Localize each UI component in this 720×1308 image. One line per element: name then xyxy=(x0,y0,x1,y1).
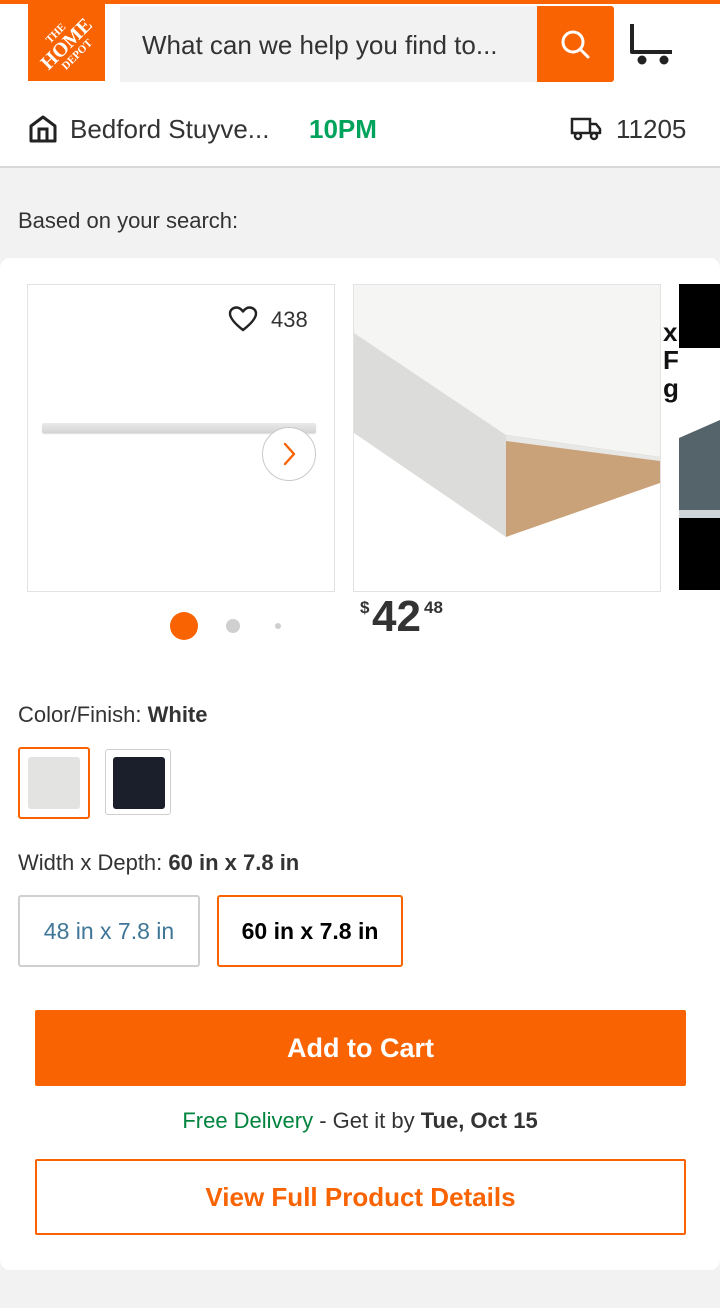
recommendations-heading: Based on your search: xyxy=(18,208,239,233)
board-image xyxy=(354,285,660,537)
free-delivery-text: Free Delivery xyxy=(182,1108,314,1133)
product-tile-partial[interactable] xyxy=(679,284,720,590)
swatch-white-chip xyxy=(28,757,80,809)
home-depot-logo[interactable]: THE HOME DEPOT xyxy=(28,4,105,81)
carousel-dot-active[interactable] xyxy=(170,612,198,640)
search-input[interactable]: What can we help you find to... xyxy=(120,6,537,82)
delivery-info: Free Delivery - Get it by Tue, Oct 15 xyxy=(182,1108,538,1133)
carousel-dot[interactable] xyxy=(226,619,240,633)
swatch-black[interactable] xyxy=(105,749,171,815)
like-count: 438 xyxy=(271,307,308,332)
product-tile-board[interactable] xyxy=(353,284,661,592)
size-label: Width x Depth: 60 in x 7.8 in xyxy=(18,850,300,875)
header: THE HOME DEPOT What can we help you find… xyxy=(0,4,720,168)
size-option-60[interactable]: 60 in x 7.8 in xyxy=(217,895,403,967)
cart-icon xyxy=(630,24,672,65)
heart-icon[interactable] xyxy=(228,305,258,333)
chevron-right-icon xyxy=(283,442,296,466)
search-placeholder: What can we help you find to... xyxy=(142,30,498,60)
partial-tile-text: x F g xyxy=(663,317,679,403)
price-currency: $ xyxy=(360,598,370,617)
price-cents: 48 xyxy=(424,598,443,617)
swatch-white[interactable] xyxy=(18,747,90,819)
product-tile-shelf[interactable]: 438 xyxy=(27,284,335,592)
carousel-dot[interactable] xyxy=(275,623,281,629)
store-delivery-row: Bedford Stuyve... 10PM 11205 xyxy=(28,110,698,150)
delivery-date: Tue, Oct 15 xyxy=(420,1108,538,1133)
next-image-button[interactable] xyxy=(262,427,316,481)
delivery-zip-link[interactable]: 11205 xyxy=(616,114,686,145)
cart-button[interactable] xyxy=(626,20,678,68)
search-button[interactable] xyxy=(537,6,614,82)
swatch-black-chip xyxy=(113,757,165,809)
view-full-details-button[interactable]: View Full Product Details xyxy=(35,1159,686,1235)
color-finish-value: White xyxy=(147,702,208,727)
store-name-link[interactable]: Bedford Stuyve... xyxy=(70,114,269,145)
delivery-truck-icon xyxy=(570,117,602,141)
size-value: 60 in x 7.8 in xyxy=(168,850,300,875)
size-option-48[interactable]: 48 in x 7.8 in xyxy=(18,895,200,967)
color-finish-label: Color/Finish: White xyxy=(18,702,208,727)
add-to-cart-button[interactable]: Add to Cart xyxy=(35,1010,686,1086)
partial-product-image xyxy=(679,348,720,518)
search-icon xyxy=(561,30,590,59)
store-icon xyxy=(29,115,57,143)
price-dollars: 42 xyxy=(372,592,421,641)
logo-wordmark: THE HOME DEPOT xyxy=(36,13,97,75)
store-close-time: 10PM xyxy=(309,114,377,144)
